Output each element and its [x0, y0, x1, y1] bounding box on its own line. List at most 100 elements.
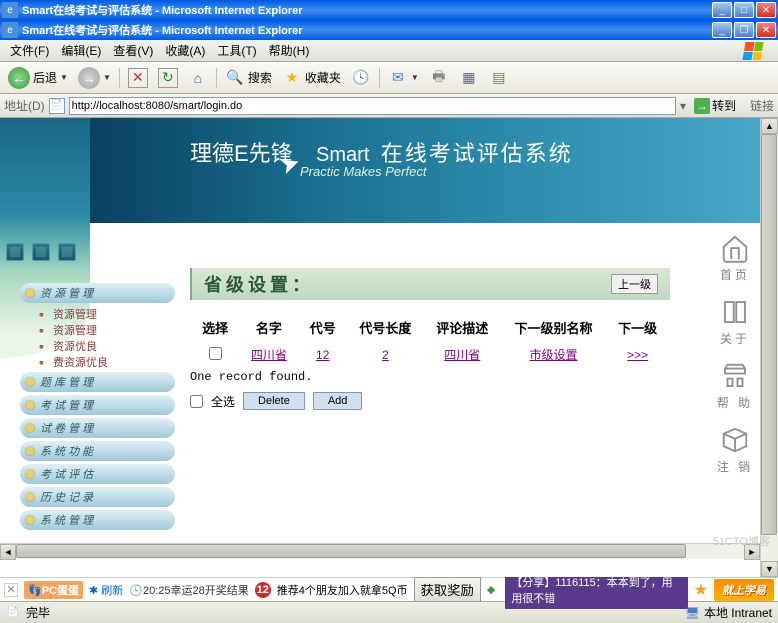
- sidebar-system-mgmt[interactable]: 系 统 管 理: [20, 510, 175, 530]
- rnav-help[interactable]: 帮 助: [716, 361, 754, 411]
- sidebar-history[interactable]: 历 史 记 录: [20, 487, 175, 507]
- award-button[interactable]: 获取奖励: [414, 577, 481, 602]
- col-codelen: 代号长度: [348, 314, 423, 341]
- row-code-link[interactable]: 12: [316, 348, 329, 362]
- close-button[interactable]: ✕: [756, 2, 776, 18]
- menu-bar: 文件(F) 编辑(E) 查看(V) 收藏(A) 工具(T) 帮助(H): [0, 40, 778, 62]
- scroll-up-button[interactable]: ▲: [761, 118, 778, 134]
- row-desc-link[interactable]: 四川省: [444, 348, 480, 362]
- history-button[interactable]: 🕓: [347, 66, 375, 90]
- delete-button[interactable]: Delete: [243, 392, 305, 410]
- sidebar-resource-mgmt[interactable]: 资 源 管 理: [20, 283, 175, 303]
- minimize-button[interactable]: _: [712, 2, 732, 18]
- rnav-home[interactable]: 首页: [716, 233, 754, 283]
- outer-title-bar: e Smart在线考试与评估系统 - Microsoft Internet Ex…: [0, 0, 778, 20]
- mail-button[interactable]: ✉▼: [384, 66, 423, 90]
- sidebar-system-func[interactable]: 系 统 功 能: [20, 441, 175, 461]
- home-button[interactable]: ⌂: [184, 66, 212, 90]
- close-button[interactable]: ✕: [756, 22, 776, 38]
- sidebar-exam-eval[interactable]: 考 试 评 估: [20, 464, 175, 484]
- col-name: 名字: [240, 314, 297, 341]
- favorites-button[interactable]: ★收藏夹: [278, 66, 345, 90]
- sidebar-sub-2[interactable]: 资源管理: [35, 322, 175, 338]
- data-table: 选择 名字 代号 代号长度 评论描述 下一级别名称 下一级 四川省 12 2 四…: [190, 312, 670, 368]
- sidebar-paper-mgmt[interactable]: 试 卷 管 理: [20, 418, 175, 438]
- go-button[interactable]: → 转到: [690, 97, 740, 114]
- spot-2[interactable]: [32, 243, 50, 261]
- banner-close-icon[interactable]: ✕: [4, 583, 18, 597]
- book-icon: [716, 297, 754, 327]
- content-panel: 省级设置： 上一级 选择 名字 代号 代号长度 评论描述 下一级别名称 下一级 …: [190, 268, 670, 410]
- pc-badge[interactable]: 👣PC蛋蛋: [24, 581, 83, 599]
- edit-icon: ▦: [459, 68, 479, 88]
- star-icon: ★: [282, 68, 302, 88]
- sidebar-sub-1[interactable]: 资源管理: [35, 306, 175, 322]
- refresh-icon: ↻: [158, 68, 178, 88]
- sidebar-sub-3[interactable]: 资源优良: [35, 338, 175, 354]
- stop-icon: ✕: [128, 68, 148, 88]
- forward-button[interactable]: → ▼: [74, 66, 115, 90]
- done-icon: 📄: [6, 606, 20, 620]
- row-codelen-link[interactable]: 2: [382, 348, 389, 362]
- action-row: 全选 Delete Add: [190, 392, 670, 410]
- discuss-icon: ▤: [489, 68, 509, 88]
- banner-subtitle: Practic Makes Perfect: [300, 164, 426, 179]
- house-icon: [716, 233, 754, 263]
- sidebar-sub-4[interactable]: 费资源优良: [35, 354, 175, 370]
- menu-edit[interactable]: 编辑(E): [55, 40, 107, 61]
- rnav-logout[interactable]: 注 销: [716, 425, 754, 475]
- menu-file[interactable]: 文件(F): [4, 40, 55, 61]
- scroll-down-button[interactable]: ▼: [761, 561, 778, 577]
- menu-favorites[interactable]: 收藏(A): [159, 40, 211, 61]
- spot-1[interactable]: [6, 243, 24, 261]
- scroll-left-button[interactable]: ◄: [0, 544, 16, 560]
- row-next-link[interactable]: >>>: [627, 348, 648, 362]
- discuss-button[interactable]: ▤: [485, 66, 513, 90]
- minimize-button[interactable]: _: [712, 22, 732, 38]
- banner-refresh[interactable]: ✱ 刷新: [89, 582, 123, 598]
- stop-button[interactable]: ✕: [124, 66, 152, 90]
- menu-help[interactable]: 帮助(H): [263, 40, 316, 61]
- links-label[interactable]: 链接: [750, 97, 774, 114]
- rnav-about[interactable]: 关于: [716, 297, 754, 347]
- vscroll-thumb[interactable]: [761, 134, 777, 535]
- maximize-button[interactable]: □: [734, 2, 754, 18]
- menu-tools[interactable]: 工具(T): [211, 40, 262, 61]
- lottery-text: 🕓20:25幸运28开奖结果: [129, 582, 248, 598]
- windows-logo: [744, 42, 774, 60]
- watermark: 51CTO博客: [713, 533, 770, 549]
- row-checkbox[interactable]: [209, 347, 222, 360]
- ie-icon: e: [2, 22, 18, 38]
- up-level-button[interactable]: 上一级: [611, 274, 658, 294]
- edit-button[interactable]: ▦: [455, 66, 483, 90]
- select-all-checkbox[interactable]: [190, 395, 203, 408]
- row-nextname-link[interactable]: 市级设置: [530, 348, 578, 362]
- hscroll-thumb[interactable]: [16, 544, 686, 558]
- forward-arrow-icon: →: [78, 67, 100, 89]
- col-nextname: 下一级别名称: [502, 314, 606, 341]
- sidebar-question-bank[interactable]: 题 库 管 理: [20, 372, 175, 392]
- col-code: 代号: [300, 314, 346, 341]
- spot-3[interactable]: [58, 243, 76, 261]
- search-button[interactable]: 🔍搜索: [221, 66, 276, 90]
- mail-icon: ✉: [388, 68, 408, 88]
- row-name-link[interactable]: 四川省: [251, 348, 287, 362]
- favorites-label: 收藏夹: [305, 69, 341, 86]
- address-input[interactable]: [69, 97, 676, 115]
- back-button[interactable]: ← 后退 ▼: [4, 66, 72, 90]
- menu-view[interactable]: 查看(V): [107, 40, 159, 61]
- restore-button[interactable]: ❐: [734, 22, 754, 38]
- panel-header: 省级设置： 上一级: [190, 268, 670, 300]
- bottom-banner: ✕ 👣PC蛋蛋 ✱ 刷新 🕓20:25幸运28开奖结果 12 推荐4个朋友加入就…: [0, 577, 778, 601]
- sidebar-exam-mgmt[interactable]: 考 试 管 理: [20, 395, 175, 415]
- recommend-text: 推荐4个朋友加入就拿5Q币: [277, 582, 408, 598]
- add-button[interactable]: Add: [313, 392, 363, 410]
- xueyi-badge[interactable]: 就上学易: [714, 579, 774, 601]
- address-bar: 地址(D) 📄 ▾ → 转到 链接: [0, 94, 778, 118]
- vertical-scrollbar[interactable]: ▲ ▼: [760, 118, 778, 577]
- horizontal-scrollbar[interactable]: ◄ ►: [0, 543, 760, 559]
- print-button[interactable]: 🖶: [425, 66, 453, 90]
- address-label: 地址(D): [4, 97, 45, 114]
- refresh-button[interactable]: ↻: [154, 66, 182, 90]
- inner-title-bar: e Smart在线考试与评估系统 - Microsoft Internet Ex…: [0, 20, 778, 40]
